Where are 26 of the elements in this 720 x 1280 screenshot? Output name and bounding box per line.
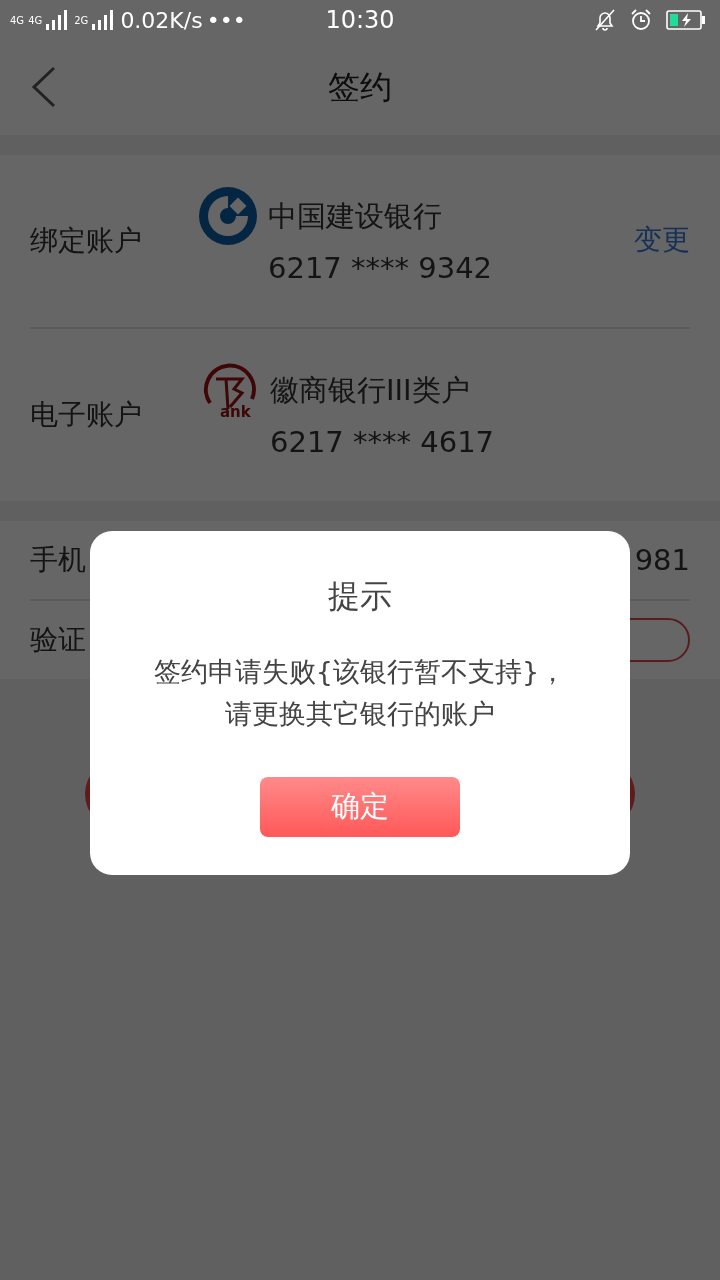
dialog-message: 签约申请失败{该银行暂不支持}， 请更换其它银行的账户 xyxy=(153,655,567,731)
card-number: 6217 **** 4617 xyxy=(270,425,496,459)
bank-name: 徽商银行III类户 xyxy=(270,372,471,409)
bank-logo-icon xyxy=(198,186,258,246)
network-label: 4G xyxy=(10,14,25,26)
page-title: 签约 xyxy=(328,66,392,108)
card-number: 6217 **** 9342 xyxy=(268,251,494,285)
field-label: 手机 xyxy=(30,542,87,578)
network-label: 2G xyxy=(74,14,89,26)
field-label: 电子账户 xyxy=(30,397,143,433)
bell-off-icon xyxy=(594,8,616,32)
bank-name: 中国建设银行 xyxy=(268,198,443,235)
confirm-button[interactable]: 确定 xyxy=(260,777,460,837)
field-label: 验证 xyxy=(30,622,87,658)
phone-number: 981 xyxy=(634,543,690,577)
field-label: 绑定账户 xyxy=(30,223,143,259)
change-link[interactable]: 变更 xyxy=(634,221,690,259)
battery-icon xyxy=(666,10,706,30)
network-speed: 0.02K/s xyxy=(120,7,203,33)
alarm-icon xyxy=(630,8,652,32)
more-indicator: ••• xyxy=(206,7,246,33)
clock: 10:30 xyxy=(325,6,395,34)
network-label: 4G xyxy=(28,14,43,26)
logo-text: ank xyxy=(220,403,251,421)
back-icon[interactable] xyxy=(30,66,56,108)
dialog-title: 提示 xyxy=(328,576,392,617)
